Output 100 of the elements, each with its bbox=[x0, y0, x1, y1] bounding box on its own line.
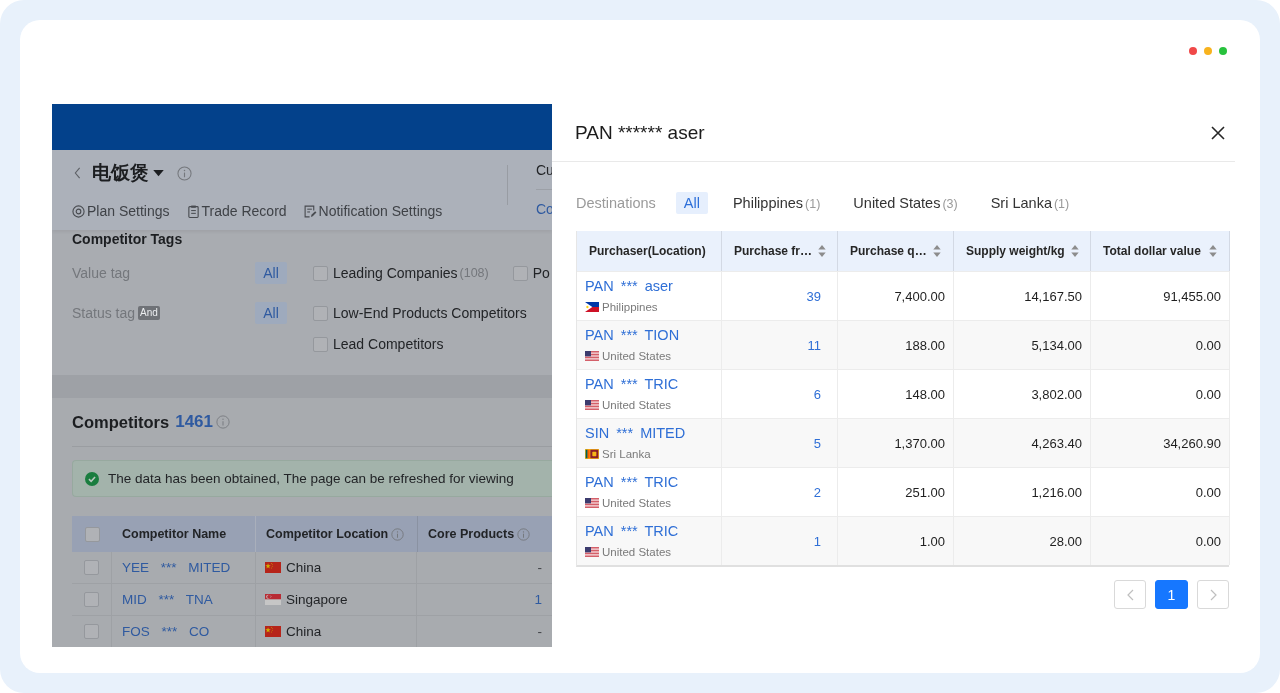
table-cell: 188.00 bbox=[838, 320, 954, 369]
toolbar-button[interactable]: Trade Record bbox=[186, 203, 287, 219]
checkbox[interactable] bbox=[313, 305, 328, 321]
table-cell: 0.00 bbox=[1091, 320, 1230, 369]
number-link[interactable]: 5 bbox=[722, 418, 838, 467]
clipboard-icon bbox=[186, 204, 200, 218]
section-title: Competitors bbox=[72, 412, 170, 432]
column-header: Core Products bbox=[428, 527, 515, 541]
page-button[interactable]: 1 bbox=[1155, 580, 1188, 609]
location-text: Philippines bbox=[602, 301, 658, 313]
flag-icon bbox=[585, 351, 599, 361]
target-icon bbox=[72, 204, 85, 218]
table-cell: 14,167.50 bbox=[954, 271, 1091, 320]
competitor-link[interactable]: YEE *** MITED bbox=[122, 560, 231, 575]
table-cell: 7,400.00 bbox=[838, 271, 954, 320]
location-text: China bbox=[286, 560, 322, 575]
table-cell: - bbox=[537, 624, 542, 639]
toolbar-button[interactable]: Notification Settings bbox=[303, 203, 443, 219]
table-cell: 1,370.00 bbox=[838, 418, 954, 467]
table-cell: 148.00 bbox=[838, 369, 954, 418]
all-filter-button[interactable]: All bbox=[255, 302, 287, 324]
info-icon bbox=[216, 415, 230, 429]
checkbox[interactable] bbox=[84, 560, 99, 575]
table-cell: 28.00 bbox=[954, 516, 1091, 565]
purchaser-link[interactable]: SIN *** MITED bbox=[585, 424, 713, 442]
location-text: Sri Lanka bbox=[602, 448, 651, 460]
flag-icon bbox=[265, 562, 281, 573]
location-text: United States bbox=[602, 350, 672, 362]
table-cell: 0.00 bbox=[1091, 516, 1230, 565]
flag-icon bbox=[585, 449, 599, 459]
competitor-link[interactable]: FOS *** CO bbox=[122, 624, 210, 639]
chevron-left-icon[interactable] bbox=[74, 167, 81, 179]
info-icon bbox=[177, 165, 192, 181]
column-header[interactable]: Purchase q… bbox=[838, 231, 954, 271]
competitor-link[interactable]: MID *** TNA bbox=[122, 592, 213, 607]
number-link[interactable]: 11 bbox=[722, 320, 838, 369]
destination-tab[interactable]: Philippines(1) bbox=[724, 192, 829, 214]
checkbox[interactable] bbox=[313, 336, 328, 352]
checkbox-label[interactable]: Low-End Products Competitors bbox=[333, 305, 527, 321]
table-cell: 1,216.00 bbox=[954, 467, 1091, 516]
toolbar-button[interactable]: Plan Settings bbox=[72, 203, 170, 219]
section-title: Competitor Tags bbox=[72, 231, 184, 247]
number-link[interactable]: 6 bbox=[722, 369, 838, 418]
alert-text: The data has been obtained, The page can be refreshed for viewing bbox=[108, 471, 514, 486]
drawer-title: PAN ****** aser bbox=[575, 121, 705, 144]
column-header: Competitor Location bbox=[266, 527, 389, 541]
all-filter-button[interactable]: All bbox=[255, 262, 287, 284]
flag-icon bbox=[585, 498, 599, 508]
table-cell: - bbox=[537, 560, 542, 575]
window-controls-icon bbox=[1189, 47, 1227, 55]
column-header[interactable]: Purchase fr… bbox=[722, 231, 838, 271]
destination-tab[interactable]: All bbox=[675, 192, 708, 214]
checkbox[interactable] bbox=[84, 526, 100, 542]
purchaser-link[interactable]: PAN *** TRIC bbox=[585, 522, 713, 540]
checkbox[interactable] bbox=[84, 592, 99, 607]
number-link[interactable]: 39 bbox=[722, 271, 838, 320]
table-cell: 5,134.00 bbox=[954, 320, 1091, 369]
checkbox[interactable] bbox=[313, 265, 328, 281]
checkbox[interactable] bbox=[84, 624, 99, 639]
purchaser-link[interactable]: PAN *** TION bbox=[585, 326, 713, 344]
caret-icon[interactable] bbox=[153, 169, 164, 177]
purchaser-link[interactable]: PAN *** TRIC bbox=[585, 473, 713, 491]
flag-icon bbox=[585, 302, 599, 312]
checkbox-label[interactable]: Lead Competitors bbox=[333, 336, 444, 352]
section-heading: Cu bbox=[536, 162, 552, 178]
chevron-left-icon bbox=[1126, 588, 1134, 601]
table-cell: 0.00 bbox=[1091, 369, 1230, 418]
filter-label: Destinations bbox=[576, 195, 656, 211]
column-header[interactable]: Supply weight/kg bbox=[954, 231, 1091, 271]
table-cell: 1.00 bbox=[838, 516, 954, 565]
column-header: Purchaser(Location) bbox=[577, 231, 722, 271]
table-cell: 3,802.00 bbox=[954, 369, 1091, 418]
checkbox[interactable] bbox=[512, 265, 528, 281]
column-header: Competitor Name bbox=[122, 527, 227, 541]
number-link[interactable]: 2 bbox=[722, 467, 838, 516]
close-icon bbox=[1211, 125, 1225, 140]
check-circle-icon bbox=[85, 471, 99, 486]
column-header[interactable]: Total dollar value bbox=[1091, 231, 1230, 271]
location-text: China bbox=[286, 624, 322, 639]
number-link[interactable]: 1 bbox=[722, 516, 838, 565]
destination-tab[interactable]: Sri Lanka(1) bbox=[982, 192, 1078, 214]
document-edit-icon bbox=[303, 204, 317, 218]
checkbox-label[interactable]: Po bbox=[532, 265, 550, 281]
purchaser-link[interactable]: PAN *** TRIC bbox=[585, 375, 713, 393]
count-text: 1461 bbox=[175, 412, 213, 432]
table-cell: 34,260.90 bbox=[1091, 418, 1230, 467]
location-text: Singapore bbox=[286, 592, 348, 607]
flag-icon bbox=[585, 547, 599, 557]
count-link[interactable]: 1 bbox=[534, 592, 542, 607]
chevron-right-icon bbox=[1209, 588, 1217, 601]
flag-icon bbox=[265, 626, 281, 637]
purchaser-link[interactable]: PAN *** aser bbox=[585, 277, 713, 295]
location-text: United States bbox=[602, 497, 672, 509]
page-title: 电饭煲 bbox=[92, 161, 149, 185]
table-cell: 0.00 bbox=[1091, 467, 1230, 516]
destination-tab[interactable]: United States(3) bbox=[845, 192, 966, 214]
location-text: United States bbox=[602, 399, 672, 411]
checkbox-label[interactable]: Leading Companies bbox=[333, 265, 458, 281]
table-cell: 91,455.00 bbox=[1091, 271, 1230, 320]
location-text: United States bbox=[602, 546, 672, 558]
